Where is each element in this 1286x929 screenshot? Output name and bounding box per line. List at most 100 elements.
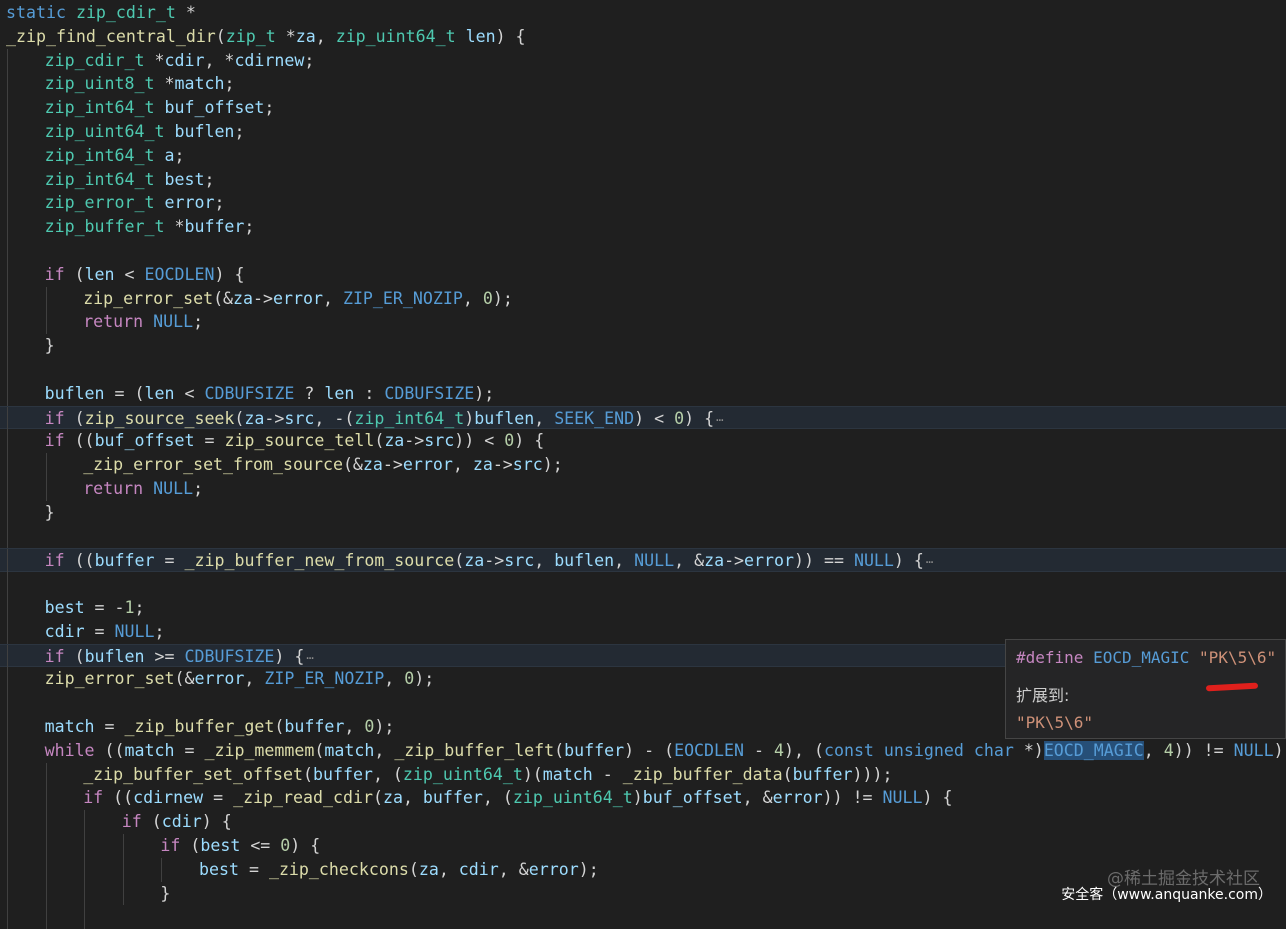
indent-guide xyxy=(45,762,47,787)
code-token: zip_uint64_t xyxy=(512,788,633,808)
code-line[interactable]: best = _zip_checkcons(za, cdir, &error); xyxy=(0,857,1286,882)
code-token: za xyxy=(295,26,316,46)
fold-ellipsis-icon[interactable]: ⋯ xyxy=(306,651,313,665)
code-token: cdir xyxy=(164,50,205,70)
code-token: _zip_checkcons xyxy=(268,859,409,879)
code-token: * xyxy=(154,74,175,94)
code-token: ( xyxy=(302,764,313,784)
indent-guide xyxy=(7,596,8,620)
code-token: if xyxy=(121,812,142,832)
code-token: za xyxy=(382,788,403,808)
code-text: if ((cdirnew = _zip_read_cdir(za, buffer… xyxy=(83,786,952,810)
code-token: ) { xyxy=(274,646,305,666)
code-token: best xyxy=(200,836,241,855)
code-token: cdir xyxy=(161,812,202,832)
code-line[interactable]: zip_int64_t buf_offset; xyxy=(0,96,1286,120)
code-token: if xyxy=(44,431,65,451)
code-token: src xyxy=(424,431,455,451)
code-token: zip_int64_t xyxy=(44,145,155,165)
indent-guide xyxy=(7,120,8,144)
code-token: , ( xyxy=(482,788,513,808)
code-token: (( xyxy=(94,740,125,760)
indent-guide xyxy=(45,786,47,811)
code-line[interactable]: zip_cdir_t *cdir, *cdirnew; xyxy=(0,48,1286,73)
code-line[interactable]: if (cdir) { xyxy=(0,810,1286,834)
code-token: buflen xyxy=(554,551,615,571)
code-token: 1 xyxy=(124,598,135,617)
code-line[interactable]: return NULL; xyxy=(0,477,1286,501)
code-line[interactable]: zip_uint64_t buflen; xyxy=(0,120,1286,144)
code-text: _zip_buffer_set_offset(buffer, (zip_uint… xyxy=(83,763,892,787)
code-token: -> xyxy=(492,455,513,475)
code-line[interactable]: } xyxy=(0,500,1286,525)
code-line[interactable]: zip_buffer_t *buffer; xyxy=(0,215,1286,239)
code-token: ); xyxy=(414,669,435,689)
code-text: zip_error_t error; xyxy=(45,191,225,215)
code-token: SEEK_END xyxy=(554,408,635,428)
code-token: ) { xyxy=(684,408,715,428)
code-line[interactable]: _zip_find_central_dir(zip_t *za, zip_uin… xyxy=(0,25,1286,49)
code-line[interactable]: while ((match = _zip_memmem(match, _zip_… xyxy=(0,738,1286,763)
code-line[interactable] xyxy=(0,239,1286,263)
code-token: (( xyxy=(103,788,134,808)
code-token: match xyxy=(324,740,375,760)
code-token: cdirnew xyxy=(234,50,305,70)
code-token: = xyxy=(154,551,185,571)
code-token: error xyxy=(772,788,823,808)
code-line[interactable]: if ((buf_offset = zip_source_tell(za->sr… xyxy=(0,429,1286,454)
code-line[interactable]: return NULL; xyxy=(0,310,1286,335)
code-line[interactable]: if ((cdirnew = _zip_read_cdir(za, buffer… xyxy=(0,786,1286,811)
code-token: CDBUFSIZE xyxy=(184,646,275,666)
indent-guide xyxy=(7,215,8,239)
fold-ellipsis-icon[interactable]: ⋯ xyxy=(926,555,933,569)
code-text: } xyxy=(45,501,55,525)
indent-guide xyxy=(161,857,163,882)
code-line[interactable]: zip_int64_t best; xyxy=(0,167,1286,192)
code-line[interactable]: _zip_error_set_from_source(&za->error, z… xyxy=(0,453,1286,477)
code-text: zip_buffer_t *buffer; xyxy=(45,215,255,239)
code-token: = xyxy=(194,431,225,451)
code-token: len xyxy=(84,264,115,284)
code-line[interactable]: if ((buffer = _zip_buffer_new_from_sourc… xyxy=(0,548,1286,574)
code-line[interactable]: zip_error_t error; xyxy=(0,191,1286,216)
code-line[interactable]: } xyxy=(0,334,1286,358)
code-line[interactable] xyxy=(0,524,1286,549)
indent-guide xyxy=(45,905,47,929)
code-line[interactable]: if (zip_source_seek(za->src, -(zip_int64… xyxy=(0,405,1286,431)
indent-guide xyxy=(7,96,8,120)
code-token: ) xyxy=(632,788,643,808)
code-token: , xyxy=(534,408,555,428)
code-line[interactable] xyxy=(0,905,1286,929)
code-line[interactable]: if (best <= 0) { xyxy=(0,834,1286,858)
code-line[interactable]: zip_uint8_t *match; xyxy=(0,72,1286,97)
code-token: ) - ( xyxy=(624,740,675,760)
code-token: buf_offset xyxy=(642,788,743,808)
code-line[interactable]: _zip_buffer_set_offset(buffer, (zip_uint… xyxy=(0,762,1286,787)
indent-guide xyxy=(7,881,8,906)
anquanke-watermark: 安全客（www.anquanke.com） xyxy=(1061,887,1272,903)
indent-guide xyxy=(84,857,86,882)
code-line[interactable] xyxy=(0,572,1286,596)
code-token: ))); xyxy=(852,764,893,784)
code-editor[interactable]: static zip_cdir_t * _zip_find_central_dir… xyxy=(0,0,1286,929)
code-token: * xyxy=(175,3,196,22)
code-line[interactable] xyxy=(0,358,1286,382)
code-text: return NULL; xyxy=(83,310,203,334)
code-token: buffer xyxy=(422,788,483,808)
code-token: buf_offset xyxy=(94,431,195,451)
code-token: - xyxy=(744,740,774,760)
indent-guide xyxy=(7,644,8,669)
code-line[interactable]: static zip_cdir_t * xyxy=(0,1,1286,25)
code-line[interactable]: if (len < EOCDLEN) { xyxy=(0,262,1286,287)
code-token: za xyxy=(384,431,405,451)
fold-ellipsis-icon[interactable]: ⋯ xyxy=(716,413,723,427)
code-token: ); xyxy=(374,717,395,736)
code-token: -> xyxy=(382,455,403,475)
code-line[interactable]: buflen = (len < CDBUFSIZE ? len : CDBUFS… xyxy=(0,381,1286,406)
code-line[interactable]: zip_int64_t a; xyxy=(0,143,1286,168)
code-line[interactable]: zip_error_set(&za->error, ZIP_ER_NOZIP, … xyxy=(0,286,1286,311)
code-line[interactable]: best = -1; xyxy=(0,596,1286,620)
code-token: ( xyxy=(782,764,793,784)
